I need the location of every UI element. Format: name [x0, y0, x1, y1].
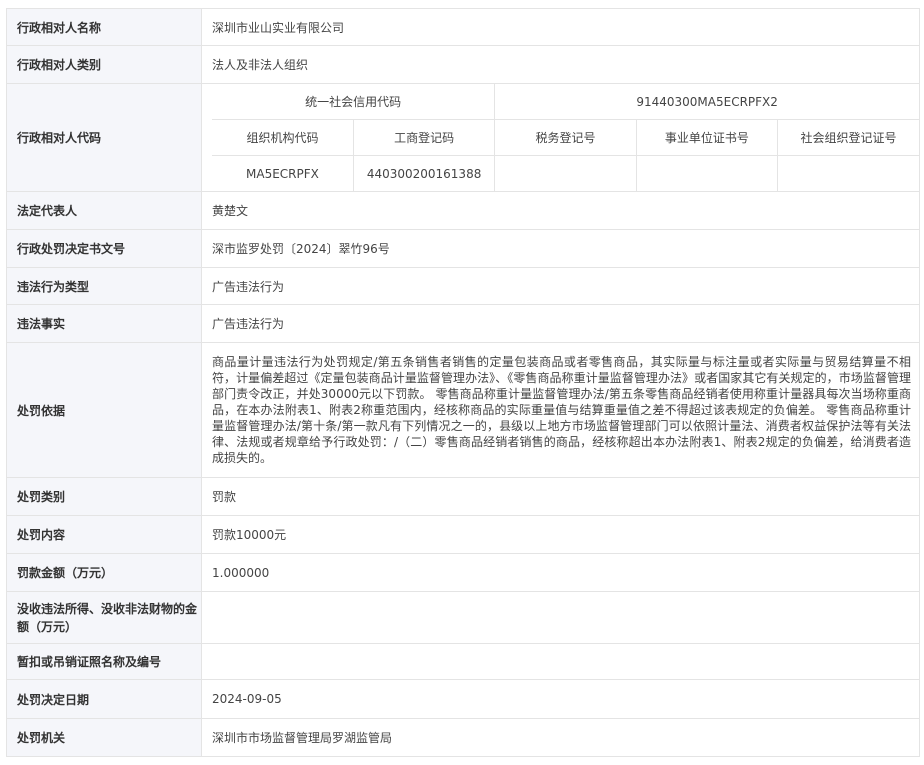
credit-code-row: 统一社会信用代码 91440300MA5ECRPFX2 [212, 84, 919, 120]
confiscated-amount-value [201, 591, 920, 644]
penalty-category-label: 处罚类别 [6, 477, 202, 516]
penalty-basis-value: 商品量计量违法行为处罚规定/第五条销售者销售的定量包装商品或者零售商品，其实际量… [201, 342, 920, 478]
penalty-info-table: 行政相对人名称 深圳市业山实业有限公司 行政相对人类别 法人及非法人组织 行政相… [6, 8, 920, 757]
institution-cert-header: 事业单位证书号 [635, 119, 779, 156]
violation-facts-label: 违法事实 [6, 304, 202, 343]
code-header-row: 组织机构代码 工商登记码 税务登记号 事业单位证书号 社会组织登记证号 [212, 119, 919, 156]
row-confiscated-amount: 没收违法所得、没收非法财物的金额（万元） [6, 591, 920, 644]
row-doc-number: 行政处罚决定书文号 深市监罗处罚〔2024〕翠竹96号 [6, 229, 920, 268]
party-name-value: 深圳市业山实业有限公司 [201, 8, 920, 46]
row-violation-facts: 违法事实 广告违法行为 [6, 304, 920, 343]
code-value-row: MA5ECRPFX 440300200161388 [212, 155, 919, 191]
social-org-reg-header: 社会组织登记证号 [777, 119, 919, 156]
party-type-label: 行政相对人类别 [6, 45, 202, 84]
authority-label: 处罚机关 [6, 718, 202, 757]
doc-number-value: 深市监罗处罚〔2024〕翠竹96号 [201, 229, 920, 268]
business-reg-value: 440300200161388 [352, 155, 496, 191]
row-party-type: 行政相对人类别 法人及非法人组织 [6, 45, 920, 84]
license-revoked-label: 暂扣或吊销证照名称及编号 [6, 643, 202, 680]
org-code-header: 组织机构代码 [212, 119, 354, 156]
party-code-subtable: 统一社会信用代码 91440300MA5ECRPFX2 组织机构代码 工商登记码… [212, 84, 919, 191]
credit-code-value: 91440300MA5ECRPFX2 [494, 84, 919, 120]
violation-facts-value: 广告违法行为 [201, 304, 920, 343]
party-code-label: 行政相对人代码 [6, 83, 202, 192]
row-party-name: 行政相对人名称 深圳市业山实业有限公司 [6, 8, 920, 46]
tax-reg-header: 税务登记号 [494, 119, 637, 156]
decision-date-label: 处罚决定日期 [6, 679, 202, 719]
legal-rep-value: 黄楚文 [201, 191, 920, 230]
penalty-basis-label: 处罚依据 [6, 342, 202, 478]
penalty-content-label: 处罚内容 [6, 515, 202, 554]
violation-type-label: 违法行为类型 [6, 267, 202, 305]
row-authority: 处罚机关 深圳市市场监督管理局罗湖监管局 [6, 718, 920, 757]
row-penalty-basis: 处罚依据 商品量计量违法行为处罚规定/第五条销售者销售的定量包装商品或者零售商品… [6, 342, 920, 478]
license-revoked-value [201, 643, 920, 680]
social-org-reg-value [777, 155, 919, 191]
business-reg-header: 工商登记码 [352, 119, 496, 156]
penalty-content-value: 罚款10000元 [201, 515, 920, 554]
party-code-subtable-cell: 统一社会信用代码 91440300MA5ECRPFX2 组织机构代码 工商登记码… [201, 83, 920, 192]
party-name-label: 行政相对人名称 [6, 8, 202, 46]
fine-amount-value: 1.000000 [201, 553, 920, 592]
penalty-category-value: 罚款 [201, 477, 920, 516]
fine-amount-label: 罚款金额（万元） [6, 553, 202, 592]
row-violation-type: 违法行为类型 广告违法行为 [6, 267, 920, 305]
authority-value: 深圳市市场监督管理局罗湖监管局 [201, 718, 920, 757]
org-code-value: MA5ECRPFX [212, 155, 354, 191]
doc-number-label: 行政处罚决定书文号 [6, 229, 202, 268]
row-penalty-content: 处罚内容 罚款10000元 [6, 515, 920, 554]
row-legal-rep: 法定代表人 黄楚文 [6, 191, 920, 230]
institution-cert-value [635, 155, 779, 191]
confiscated-amount-label: 没收违法所得、没收非法财物的金额（万元） [6, 591, 202, 644]
violation-type-value: 广告违法行为 [201, 267, 920, 305]
row-decision-date: 处罚决定日期 2024-09-05 [6, 679, 920, 719]
row-license-revoked: 暂扣或吊销证照名称及编号 [6, 643, 920, 680]
credit-code-label: 统一社会信用代码 [212, 84, 496, 120]
row-fine-amount: 罚款金额（万元） 1.000000 [6, 553, 920, 592]
row-party-code: 行政相对人代码 统一社会信用代码 91440300MA5ECRPFX2 组织机构… [6, 83, 920, 192]
party-type-value: 法人及非法人组织 [201, 45, 920, 84]
row-penalty-category: 处罚类别 罚款 [6, 477, 920, 516]
tax-reg-value [494, 155, 637, 191]
legal-rep-label: 法定代表人 [6, 191, 202, 230]
decision-date-value: 2024-09-05 [201, 679, 920, 719]
